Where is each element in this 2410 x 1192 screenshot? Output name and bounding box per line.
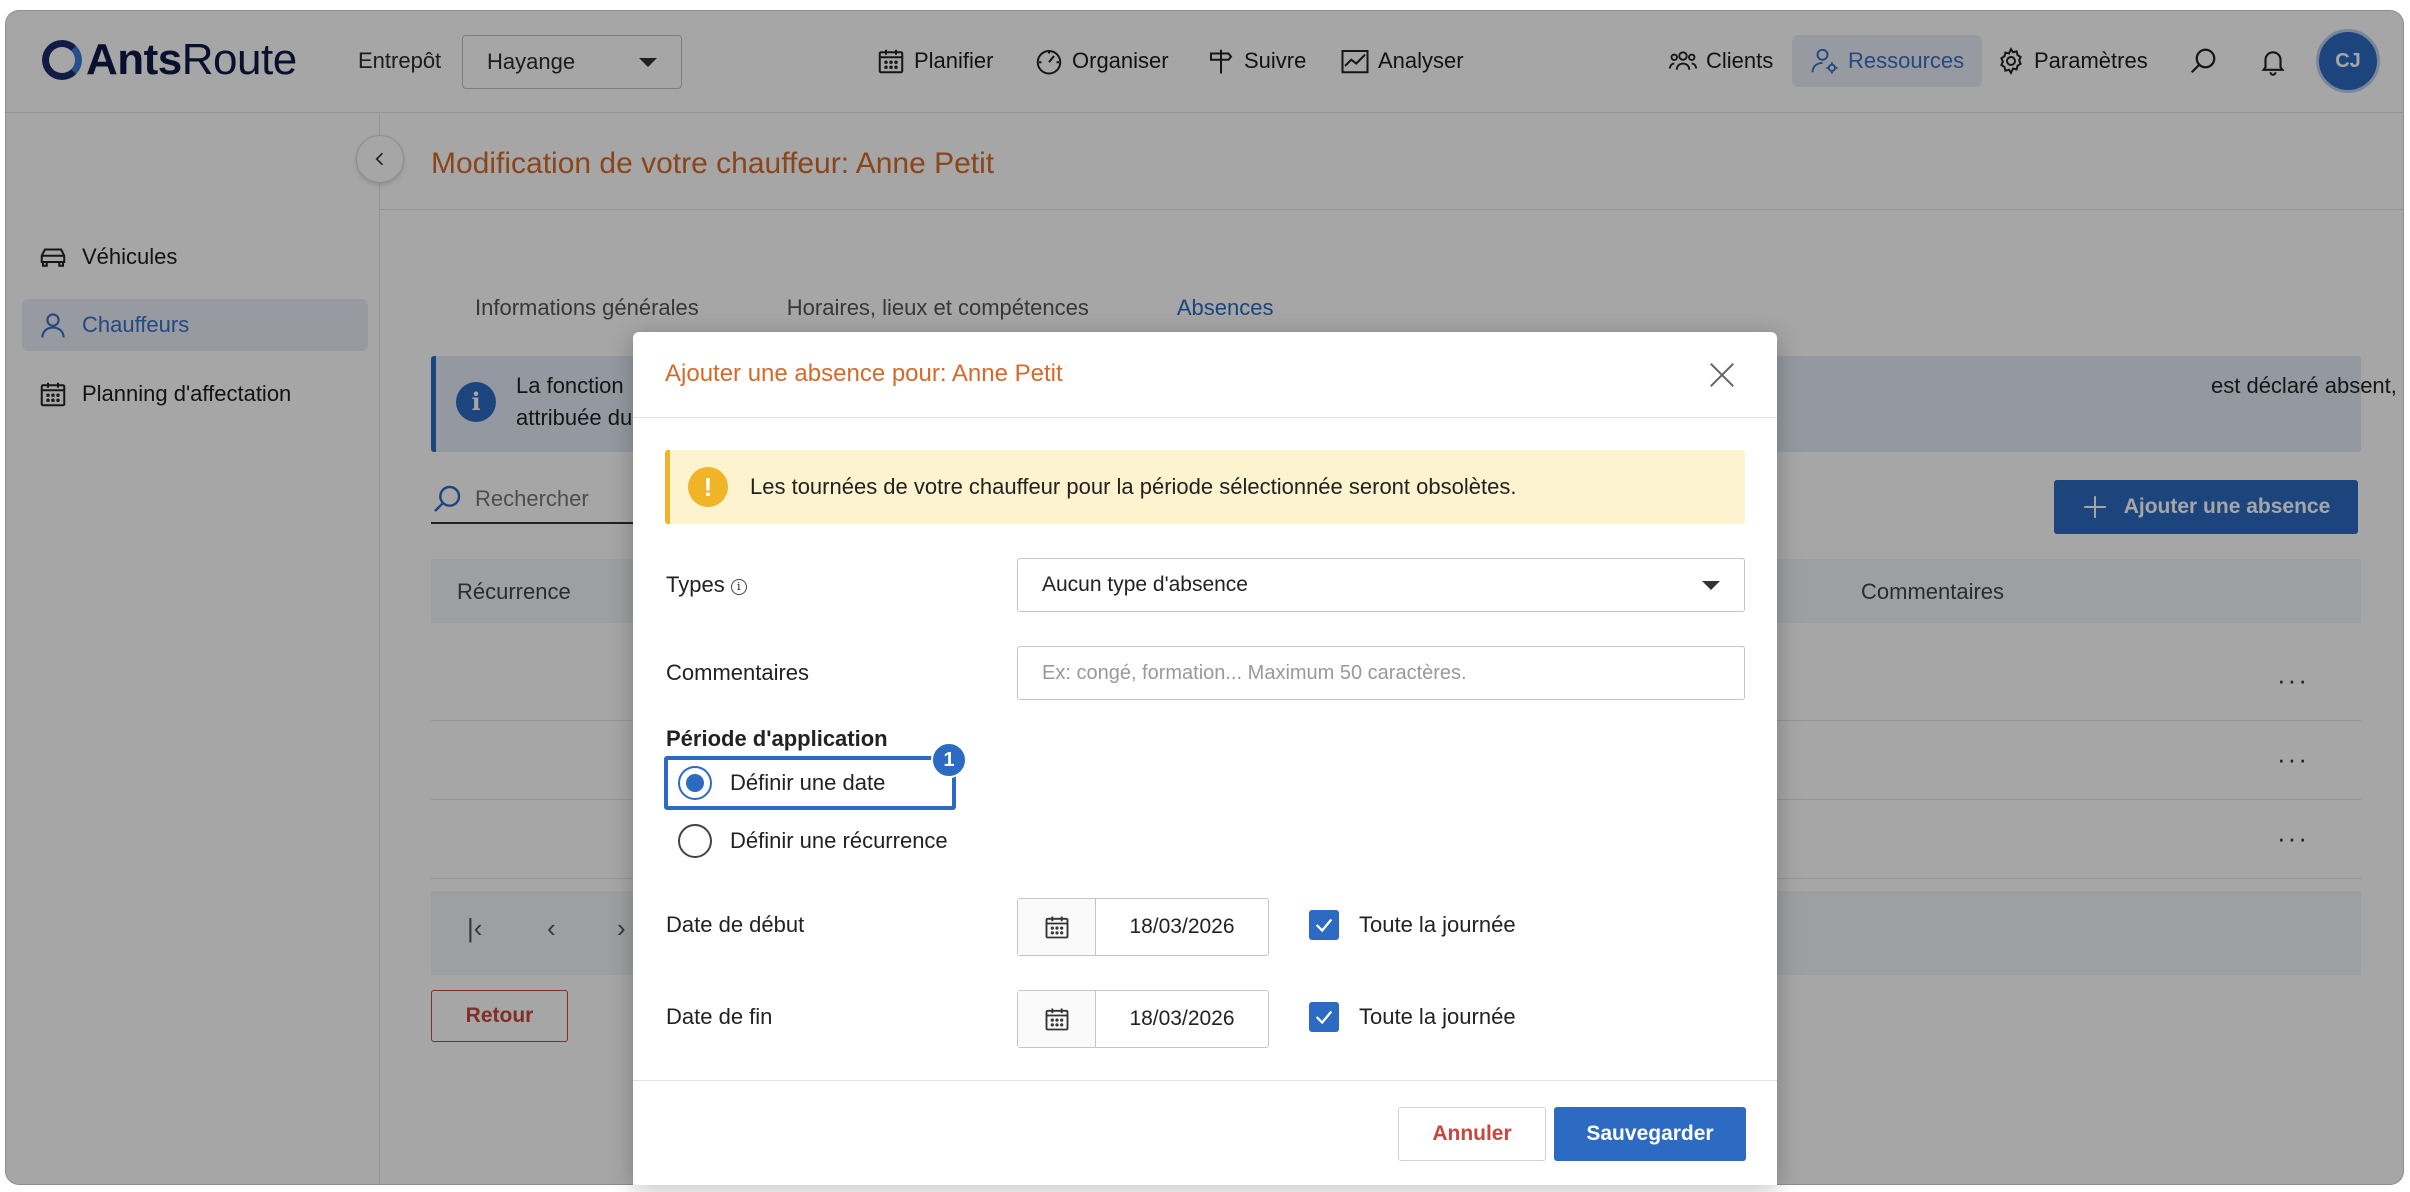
radio-define-date[interactable]: Définir une date bbox=[678, 766, 885, 800]
radio-define-recurrence[interactable]: Définir une récurrence bbox=[678, 824, 948, 858]
start-date-label: Date de début bbox=[666, 912, 805, 937]
radio-button-checked[interactable] bbox=[678, 766, 712, 800]
close-icon[interactable] bbox=[1707, 360, 1737, 390]
calendar-icon[interactable] bbox=[1018, 991, 1096, 1047]
all-day-label: Toute la journée bbox=[1359, 912, 1516, 937]
footer-divider bbox=[633, 1080, 1777, 1081]
radio-button[interactable] bbox=[678, 824, 712, 858]
radio-label: Définir une récurrence bbox=[730, 828, 948, 853]
save-button[interactable]: Sauvegarder bbox=[1554, 1107, 1746, 1161]
warning-banner: ! Les tournées de votre chauffeur pour l… bbox=[665, 450, 1745, 524]
add-absence-modal: Ajouter une absence pour: Anne Petit ! L… bbox=[633, 332, 1777, 1185]
end-all-day-toggle[interactable]: Toute la journée bbox=[1309, 1002, 1516, 1032]
warning-icon: ! bbox=[688, 467, 728, 507]
start-date-field[interactable]: 18/03/2026 bbox=[1017, 898, 1269, 956]
start-all-day-toggle[interactable]: Toute la journée bbox=[1309, 910, 1516, 940]
step-badge: 1 bbox=[931, 742, 967, 778]
warning-text: Les tournées de votre chauffeur pour la … bbox=[750, 474, 1517, 499]
calendar-icon[interactable] bbox=[1018, 899, 1096, 955]
checkbox-checked[interactable] bbox=[1309, 910, 1339, 940]
info-icon[interactable]: i bbox=[730, 579, 747, 595]
types-label: Types i bbox=[666, 572, 747, 598]
cancel-button[interactable]: Annuler bbox=[1398, 1107, 1546, 1161]
radio-label: Définir une date bbox=[730, 770, 886, 795]
chevron-down-icon bbox=[1702, 580, 1720, 590]
types-value: Aucun type d'absence bbox=[1042, 573, 1248, 596]
types-select[interactable]: Aucun type d'absence bbox=[1017, 558, 1745, 612]
start-date-value[interactable]: 18/03/2026 bbox=[1096, 899, 1268, 955]
comments-input[interactable] bbox=[1017, 646, 1745, 700]
all-day-label: Toute la journée bbox=[1359, 1004, 1516, 1029]
period-title: Période d'application bbox=[666, 726, 888, 751]
comments-label: Commentaires bbox=[666, 660, 810, 685]
end-date-label: Date de fin bbox=[666, 1004, 773, 1029]
end-date-field[interactable]: 18/03/2026 bbox=[1017, 990, 1269, 1048]
end-date-value[interactable]: 18/03/2026 bbox=[1096, 991, 1268, 1047]
checkbox-checked[interactable] bbox=[1309, 1002, 1339, 1032]
modal-header: Ajouter une absence pour: Anne Petit bbox=[633, 332, 1777, 418]
modal-title: Ajouter une absence pour: Anne Petit bbox=[665, 360, 1063, 387]
